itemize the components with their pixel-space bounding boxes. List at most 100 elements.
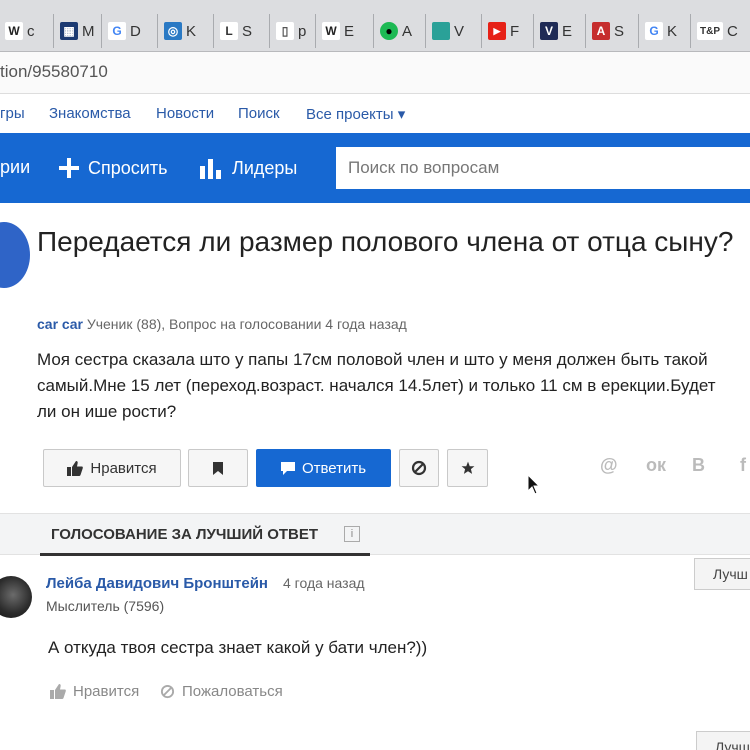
- tab-title: S: [242, 22, 254, 40]
- answer-button[interactable]: Ответить: [256, 449, 391, 487]
- question-title: Передается ли размер полового члена от о…: [37, 226, 734, 257]
- mouse-cursor-icon: [527, 474, 541, 495]
- ask-button[interactable]: Спросить: [58, 157, 167, 179]
- avatar[interactable]: [0, 576, 32, 618]
- answer-author[interactable]: Лейба Давидович Бронштейн: [46, 575, 268, 592]
- project-nav: гры Знакомства Новости Поиск Все проекты…: [0, 95, 750, 133]
- tab-title: D: [130, 22, 142, 40]
- block-icon: [411, 460, 427, 476]
- report-label: Пожаловаться: [182, 683, 283, 700]
- tab-title: S: [614, 22, 626, 40]
- tab-favicon-icon: G: [645, 22, 663, 40]
- search-input[interactable]: [336, 147, 750, 189]
- voting-section-bar: ГОЛОСОВАНИЕ ЗА ЛУЧШИЙ ОТВЕТ i: [0, 513, 750, 556]
- tab-favicon-icon: A: [592, 22, 610, 40]
- tab-favicon-icon: T&P: [697, 22, 723, 40]
- share-vk-icon[interactable]: В: [692, 455, 705, 476]
- nav-link-games[interactable]: гры: [0, 105, 25, 122]
- browser-tab[interactable]: V E: [533, 14, 585, 48]
- thumbs-up-icon: [50, 684, 66, 699]
- best-answer-button[interactable]: Лучш: [696, 731, 750, 750]
- bookmark-icon: [213, 461, 223, 475]
- like-label: Нравится: [90, 459, 157, 477]
- question-author[interactable]: car car: [37, 316, 83, 332]
- bookmark-button[interactable]: [188, 449, 248, 487]
- answer-label: Ответить: [301, 459, 367, 477]
- leaders-label: Лидеры: [232, 157, 298, 178]
- tab-title: V: [454, 22, 466, 40]
- info-icon[interactable]: i: [344, 526, 360, 542]
- nav-link-all-projects[interactable]: Все проекты ▾: [306, 105, 405, 123]
- plus-icon: [59, 158, 79, 178]
- tab-favicon-icon: W: [322, 22, 340, 40]
- answer-time: 4 года назад: [283, 575, 365, 591]
- answer-like-label: Нравится: [73, 683, 140, 700]
- categories-link[interactable]: рии: [0, 157, 30, 178]
- tab-favicon-icon: W: [5, 22, 23, 40]
- tab-title: p: [298, 22, 308, 40]
- browser-tab[interactable]: ◎ K: [157, 14, 213, 48]
- tab-title: A: [402, 22, 414, 40]
- tab-title: M: [82, 22, 96, 40]
- report-button[interactable]: Пожаловаться: [160, 683, 283, 700]
- tab-underline: [40, 553, 370, 556]
- browser-tab[interactable]: G D: [101, 14, 157, 48]
- ask-label: Спросить: [88, 157, 168, 178]
- nav-link-news[interactable]: Новости: [156, 105, 214, 122]
- browser-tab[interactable]: L S: [213, 14, 269, 48]
- browser-tab[interactable]: W E: [315, 14, 373, 48]
- browser-tab[interactable]: T&P C: [690, 14, 750, 48]
- star-icon: [461, 461, 474, 474]
- browser-tab[interactable]: ▦ M: [53, 14, 101, 48]
- block-button[interactable]: [399, 449, 439, 487]
- tab-favicon-icon: V: [540, 22, 558, 40]
- browser-tab[interactable]: ▯ p: [269, 14, 315, 48]
- share-facebook-icon[interactable]: f: [740, 455, 746, 476]
- tab-title: E: [562, 22, 574, 40]
- question-meta: car car Ученик (88), Вопрос на голосован…: [37, 316, 407, 332]
- youtube-icon: ▶: [488, 22, 506, 40]
- answer-like-button[interactable]: Нравится: [50, 683, 139, 700]
- category-avatar[interactable]: [0, 222, 30, 288]
- speech-bubble-icon: [280, 461, 295, 475]
- answer-text: А откуда твоя сестра знает какой у бати …: [48, 638, 428, 657]
- tab-favicon-icon: [432, 22, 450, 40]
- browser-tab[interactable]: W c: [0, 14, 53, 48]
- tab-title: c: [27, 22, 36, 40]
- browser-tab[interactable]: ▶ F: [481, 14, 533, 48]
- tab-title: K: [667, 22, 679, 40]
- answer-rank: Мыслитель (7596): [46, 598, 165, 614]
- tab-title: C: [727, 22, 739, 40]
- browser-tab[interactable]: ● A: [373, 14, 425, 48]
- tab-title: K: [186, 22, 198, 40]
- star-button[interactable]: [447, 449, 488, 487]
- tab-favicon-icon: ▯: [276, 22, 294, 40]
- browser-tab-strip: W c ▦ M G D ◎ K L S ▯ p W E ● A V ▶ F V …: [0, 0, 750, 52]
- categories-label: рии: [0, 157, 31, 177]
- bar-chart-icon: [200, 159, 221, 179]
- tab-favicon-icon: ◎: [164, 22, 182, 40]
- leaders-link[interactable]: Лидеры: [199, 157, 297, 179]
- browser-tab[interactable]: G K: [638, 14, 690, 48]
- voting-title: ГОЛОСОВАНИЕ ЗА ЛУЧШИЙ ОТВЕТ: [51, 526, 319, 543]
- spotify-icon: ●: [380, 22, 398, 40]
- tab-title: F: [510, 22, 521, 40]
- share-ok-icon[interactable]: ок: [646, 455, 666, 476]
- tab-favicon-icon: L: [220, 22, 238, 40]
- browser-tab[interactable]: V: [425, 14, 481, 48]
- question-body: Моя сестра сказала што у папы 17см полов…: [37, 350, 716, 421]
- nav-link-dating[interactable]: Знакомства: [49, 105, 131, 122]
- browser-tab[interactable]: A S: [585, 14, 638, 48]
- tab-title: E: [344, 22, 356, 40]
- like-button[interactable]: Нравится: [43, 449, 181, 487]
- address-bar[interactable]: tion/95580710: [0, 52, 750, 94]
- block-icon: [160, 684, 175, 699]
- share-mail-icon[interactable]: @: [600, 455, 618, 476]
- nav-link-search[interactable]: Поиск: [238, 105, 280, 122]
- tab-favicon-icon: ▦: [60, 22, 78, 40]
- thumbs-up-icon: [67, 460, 84, 476]
- url-text[interactable]: tion/95580710: [0, 62, 108, 82]
- best-answer-button[interactable]: Лучш: [694, 558, 750, 590]
- tab-favicon-icon: G: [108, 22, 126, 40]
- question-meta-text: Ученик (88), Вопрос на голосовании 4 год…: [86, 316, 407, 332]
